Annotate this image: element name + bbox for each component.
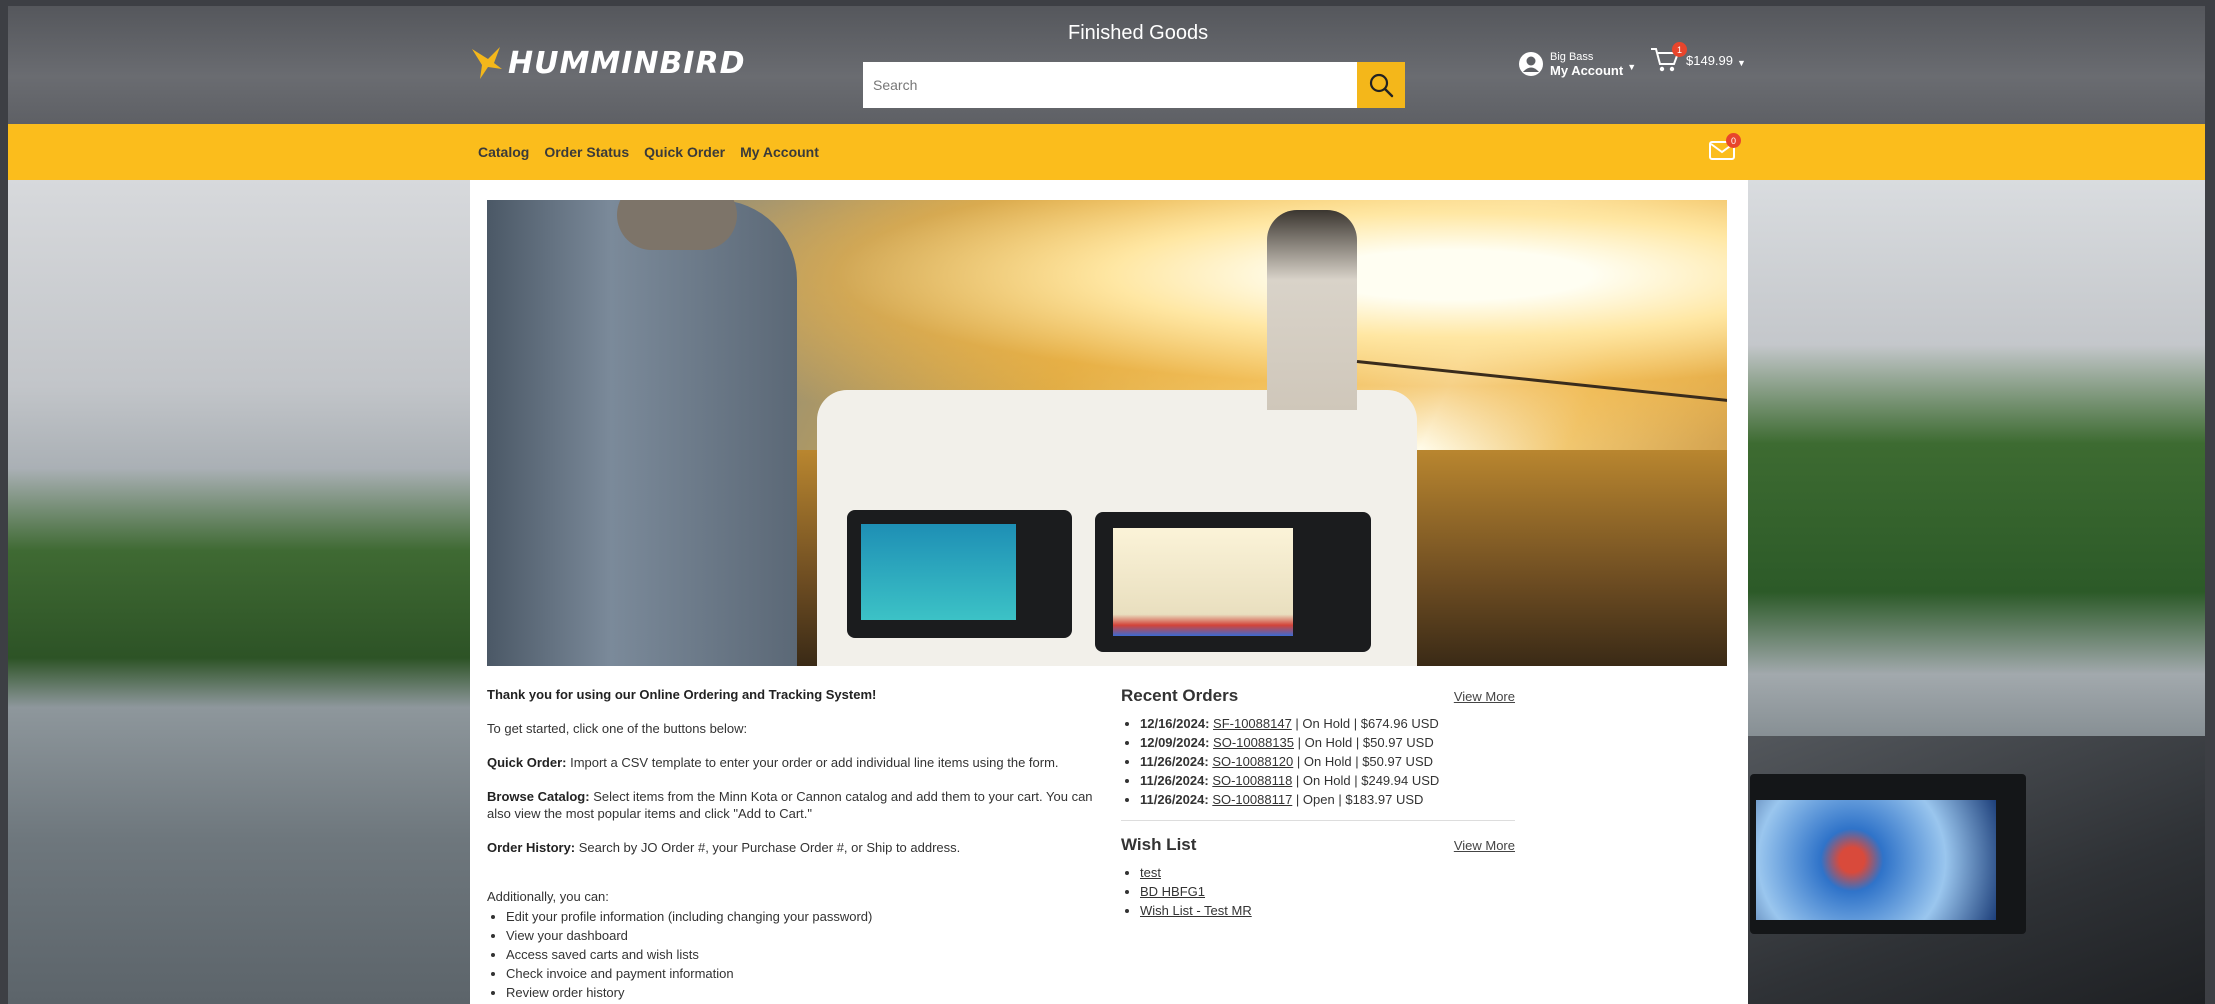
order-row: 12/16/2024: SF-10088147 | On Hold | $674… bbox=[1140, 716, 1515, 732]
account-label: My Account bbox=[1550, 63, 1624, 78]
hero-fishfinder-left-screen bbox=[861, 524, 1016, 620]
order-status: On Hold bbox=[1302, 773, 1351, 788]
messages-button[interactable]: 0 bbox=[1708, 133, 1741, 164]
wish-list-link[interactable]: test bbox=[1140, 865, 1161, 880]
nav-item-my-account[interactable]: My Account bbox=[740, 144, 819, 160]
wish-list: test BD HBFG1 Wish List - Test MR bbox=[1121, 865, 1515, 919]
brand-name: HUMMINBIRD bbox=[508, 45, 746, 81]
list-item: Check invoice and payment information bbox=[506, 965, 1107, 982]
order-link[interactable]: SF-10088147 bbox=[1213, 716, 1292, 731]
order-link[interactable]: SO-10088117 bbox=[1212, 792, 1292, 807]
order-date: 11/26/2024: bbox=[1140, 792, 1209, 807]
hero-angler-foreground bbox=[487, 200, 797, 666]
order-date: 11/26/2024: bbox=[1140, 773, 1209, 788]
wish-list-item: BD HBFG1 bbox=[1140, 884, 1515, 900]
account-username: Big Bass bbox=[1550, 51, 1594, 63]
order-row: 11/26/2024: SO-10088120 | On Hold | $50.… bbox=[1140, 754, 1515, 770]
list-item: View your dashboard bbox=[506, 927, 1107, 944]
section-divider bbox=[1121, 820, 1515, 821]
cart-icon-wrap: 1 bbox=[1650, 42, 1687, 74]
wish-list-title: Wish List bbox=[1121, 835, 1197, 854]
cart-menu[interactable]: 1 $149.99 ▼ bbox=[1650, 42, 1746, 74]
order-amount: $674.96 USD bbox=[1360, 716, 1439, 731]
order-amount: $249.94 USD bbox=[1361, 773, 1440, 788]
hero-image bbox=[487, 200, 1727, 666]
order-status: On Hold bbox=[1302, 716, 1351, 731]
main-content: Thank you for using our Online Ordering … bbox=[470, 180, 1748, 1004]
search-bar bbox=[863, 62, 1411, 108]
intro-additionally: Additionally, you can: bbox=[487, 889, 609, 904]
hero-fishfinder-right bbox=[1095, 512, 1371, 652]
order-status: On Hold bbox=[1303, 754, 1352, 769]
search-input[interactable] bbox=[863, 62, 1357, 108]
order-link[interactable]: SO-10088118 bbox=[1212, 773, 1292, 788]
order-date: 11/26/2024: bbox=[1140, 754, 1209, 769]
order-amount: $183.97 USD bbox=[1345, 792, 1424, 807]
sidebar-panels: Recent Orders View More 12/16/2024: SF-1… bbox=[1121, 686, 1515, 922]
intro-browse: Browse Catalog: Select items from the Mi… bbox=[487, 788, 1107, 822]
order-status: On Hold bbox=[1304, 735, 1353, 750]
background-lake-left bbox=[8, 180, 470, 1004]
intro-history: Order History: Search by JO Order #, you… bbox=[487, 839, 1107, 856]
nav-item-catalog[interactable]: Catalog bbox=[478, 144, 529, 160]
chevron-down-icon: ▼ bbox=[1627, 62, 1637, 72]
order-row: 11/26/2024: SO-10088118 | On Hold | $249… bbox=[1140, 773, 1515, 789]
recent-orders-list: 12/16/2024: SF-10088147 | On Hold | $674… bbox=[1121, 716, 1515, 808]
list-item: Access saved carts and wish lists bbox=[506, 946, 1107, 963]
background-fishfinder bbox=[1750, 774, 2026, 934]
wish-list-item: test bbox=[1140, 865, 1515, 881]
site-header: HUMMINBIRD Finished Goods Big Bass My Ac… bbox=[8, 6, 2205, 124]
order-amount: $50.97 USD bbox=[1362, 754, 1434, 769]
order-link[interactable]: SO-10088135 bbox=[1213, 735, 1294, 750]
list-item: Edit your profile information (including… bbox=[506, 908, 1107, 925]
list-item: Review order history bbox=[506, 984, 1107, 1001]
hummingbird-logo-icon bbox=[472, 47, 502, 79]
recent-orders-title: Recent Orders bbox=[1121, 686, 1239, 705]
hero-fishfinder-left bbox=[847, 510, 1072, 638]
intro-section: Thank you for using our Online Ordering … bbox=[487, 686, 1107, 1003]
order-status: Open bbox=[1302, 792, 1335, 807]
history-label: Order History: bbox=[487, 840, 576, 855]
message-count-badge: 0 bbox=[1726, 133, 1741, 148]
wish-list-header: Wish List View More bbox=[1121, 835, 1515, 855]
browse-label: Browse Catalog: bbox=[487, 789, 590, 804]
user-avatar-icon bbox=[1519, 52, 1543, 76]
order-date: 12/09/2024: bbox=[1140, 735, 1210, 750]
search-icon bbox=[1369, 73, 1394, 98]
quick-order-label: Quick Order: bbox=[487, 755, 567, 770]
wish-list-view-more-link[interactable]: View More bbox=[1454, 838, 1515, 853]
intro-thanks: Thank you for using our Online Ordering … bbox=[487, 687, 877, 702]
cart-count-badge: 1 bbox=[1672, 42, 1687, 57]
humminbird-logo[interactable]: HUMMINBIRD bbox=[470, 38, 745, 88]
nav-items: Catalog Order Status Quick Order My Acco… bbox=[478, 124, 834, 180]
account-menu[interactable]: Big Bass My Account ▼ bbox=[1518, 50, 1636, 78]
hero-angler-background bbox=[1267, 210, 1357, 410]
wish-list-link[interactable]: Wish List - Test MR bbox=[1140, 903, 1252, 918]
site-title: Finished Goods bbox=[1068, 22, 1209, 44]
page-frame: HUMMINBIRD Finished Goods Big Bass My Ac… bbox=[8, 6, 2205, 1004]
quick-order-text: Import a CSV template to enter your orde… bbox=[566, 755, 1059, 770]
recent-orders-view-more-link[interactable]: View More bbox=[1454, 689, 1515, 704]
cart-total: $149.99 bbox=[1686, 52, 1733, 68]
fishfinder-map bbox=[1756, 800, 1996, 920]
order-row: 11/26/2024: SO-10088117 | Open | $183.97… bbox=[1140, 792, 1515, 808]
wish-list-item: Wish List - Test MR bbox=[1140, 903, 1515, 919]
nav-item-order-status[interactable]: Order Status bbox=[544, 144, 629, 160]
chevron-down-icon: ▼ bbox=[1737, 58, 1746, 68]
hero-fishfinder-right-screen bbox=[1113, 528, 1293, 636]
wish-list-link[interactable]: BD HBFG1 bbox=[1140, 884, 1205, 899]
additional-list: Edit your profile information (including… bbox=[487, 908, 1107, 1001]
intro-get-started: To get started, click one of the buttons… bbox=[487, 721, 748, 736]
order-link[interactable]: SO-10088120 bbox=[1212, 754, 1293, 769]
nav-item-quick-order[interactable]: Quick Order bbox=[644, 144, 725, 160]
hero-angler-head bbox=[617, 200, 737, 250]
main-nav: Catalog Order Status Quick Order My Acco… bbox=[8, 124, 2205, 180]
order-row: 12/09/2024: SO-10088135 | On Hold | $50.… bbox=[1140, 735, 1515, 751]
search-button[interactable] bbox=[1357, 62, 1405, 108]
order-date: 12/16/2024: bbox=[1140, 716, 1210, 731]
recent-orders-header: Recent Orders View More bbox=[1121, 686, 1515, 706]
history-text: Search by JO Order #, your Purchase Orde… bbox=[575, 840, 961, 855]
intro-quick-order: Quick Order: Import a CSV template to en… bbox=[487, 754, 1107, 771]
order-amount: $50.97 USD bbox=[1362, 735, 1434, 750]
